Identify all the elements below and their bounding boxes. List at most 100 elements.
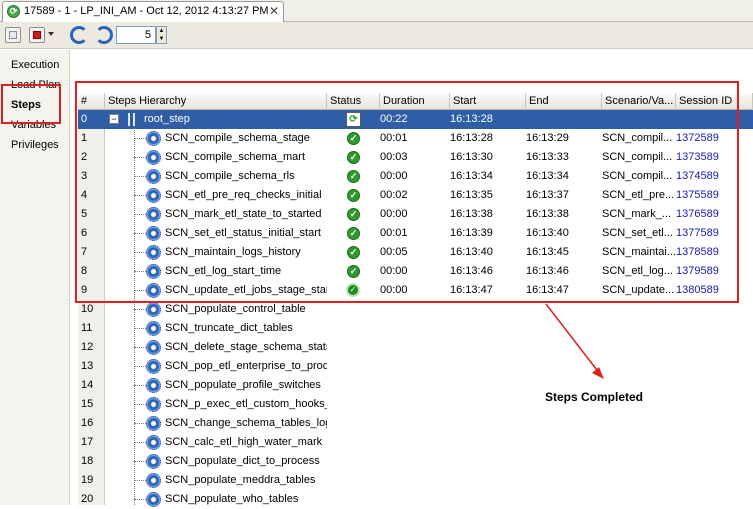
scenario-cell: [602, 338, 676, 357]
tree-branch: [134, 328, 146, 329]
tree-branch: [134, 366, 146, 367]
duration-cell: [380, 376, 450, 395]
scenario-gear-icon: [146, 340, 161, 355]
annotation-arrow: [545, 303, 604, 379]
table-row[interactable]: 18 SCN_populate_dict_to_process: [78, 452, 753, 471]
session-id-link[interactable]: [676, 471, 753, 490]
start-time-cell: [450, 452, 526, 471]
tree-branch: [134, 499, 146, 500]
scenario-cell: [602, 452, 676, 471]
session-id-link[interactable]: [676, 433, 753, 452]
scenario-cell: [602, 319, 676, 338]
steps-highlight-box: [1, 84, 61, 124]
row-number: 11: [81, 322, 93, 334]
tree-branch: [134, 442, 146, 443]
duration-cell: [380, 414, 450, 433]
row-number: 14: [81, 379, 94, 391]
refresh-interval-stepper[interactable]: ▲ ▼: [156, 26, 167, 44]
end-time-cell: [526, 490, 602, 509]
step-name: SCN_truncate_dict_tables: [165, 322, 293, 334]
start-time-cell: [450, 490, 526, 509]
row-number: 12: [81, 341, 94, 353]
session-id-link[interactable]: [676, 452, 753, 471]
step-name: SCN_pop_etl_enterprise_to_process: [165, 360, 327, 372]
tree-branch: [134, 480, 146, 481]
end-time-cell: [526, 433, 602, 452]
tree-branch: [134, 461, 146, 462]
tree-branch: [134, 385, 146, 386]
table-row[interactable]: 20 SCN_populate_who_tables: [78, 490, 753, 509]
session-id-link[interactable]: [676, 414, 753, 433]
table-row[interactable]: 13 SCN_pop_etl_enterprise_to_process: [78, 357, 753, 376]
table-row[interactable]: 14 SCN_populate_profile_switches: [78, 376, 753, 395]
tree-branch: [134, 404, 146, 405]
table-row[interactable]: 12 SCN_delete_stage_schema_stats: [78, 338, 753, 357]
nav-item-privileges[interactable]: Privileges: [11, 139, 59, 151]
restart-button[interactable]: [5, 27, 21, 43]
refresh-icon[interactable]: [70, 26, 88, 44]
step-name: SCN_populate_meddra_tables: [165, 474, 316, 486]
scenario-cell: [602, 414, 676, 433]
step-name: SCN_calc_etl_high_water_mark: [165, 436, 323, 448]
scenario-gear-icon: [146, 378, 161, 393]
step-name: SCN_delete_stage_schema_stats: [165, 341, 327, 353]
annotation-label: Steps Completed: [545, 390, 644, 404]
duration-cell: [380, 452, 450, 471]
duration-cell: [380, 395, 450, 414]
session-id-link[interactable]: [676, 319, 753, 338]
scenario-cell: [602, 490, 676, 509]
table-row[interactable]: 11 SCN_truncate_dict_tables: [78, 319, 753, 338]
refresh-interval-input[interactable]: 5: [116, 26, 156, 44]
scenario-gear-icon: [146, 397, 161, 412]
row-number: 20: [81, 493, 94, 505]
table-row[interactable]: 17 SCN_calc_etl_high_water_mark: [78, 433, 753, 452]
start-time-cell: [450, 319, 526, 338]
tree-branch: [134, 309, 146, 310]
completed-steps-highlight-box: [75, 81, 739, 303]
nav-item-execution[interactable]: Execution: [11, 59, 59, 71]
scenario-cell: [602, 433, 676, 452]
tree-branch: [134, 347, 146, 348]
duration-cell: [380, 433, 450, 452]
tab-strip: ⟳ 17589 - 1 - LP_INI_AM - Oct 12, 2012 4…: [0, 0, 753, 22]
tab-title: 17589 - 1 - LP_INI_AM - Oct 12, 2012 4:1…: [24, 5, 269, 17]
row-number: 15: [81, 398, 94, 410]
tree-branch: [134, 423, 146, 424]
row-number: 16: [81, 417, 94, 429]
table-row[interactable]: 16 SCN_change_schema_tables_logging: [78, 414, 753, 433]
session-id-link[interactable]: [676, 376, 753, 395]
chevron-down-icon[interactable]: [48, 32, 54, 36]
session-id-link[interactable]: [676, 490, 753, 509]
end-time-cell: [526, 452, 602, 471]
duration-cell: [380, 471, 450, 490]
step-name: SCN_populate_dict_to_process: [165, 455, 320, 467]
run-status-icon: ⟳: [7, 5, 20, 18]
start-time-cell: [450, 357, 526, 376]
table-row[interactable]: 15 SCN_p_exec_etl_custom_hooks_Pre: [78, 395, 753, 414]
step-name: SCN_populate_who_tables: [165, 493, 299, 505]
session-id-link[interactable]: [676, 395, 753, 414]
session-id-link[interactable]: [676, 338, 753, 357]
scenario-gear-icon: [146, 454, 161, 469]
start-time-cell: [450, 338, 526, 357]
duration-cell: [380, 338, 450, 357]
duration-cell: [380, 490, 450, 509]
scenario-gear-icon: [146, 435, 161, 450]
row-number: 18: [81, 455, 94, 467]
scenario-gear-icon: [146, 302, 161, 317]
session-id-link[interactable]: [676, 357, 753, 376]
stop-button[interactable]: [29, 27, 45, 43]
table-row[interactable]: 19 SCN_populate_meddra_tables: [78, 471, 753, 490]
step-name: SCN_change_schema_tables_logging: [165, 417, 327, 429]
toolbar: 5 ▲ ▼: [0, 22, 753, 49]
scenario-gear-icon: [146, 416, 161, 431]
step-name: SCN_p_exec_etl_custom_hooks_Pre: [165, 398, 327, 410]
scenario-gear-icon: [146, 359, 161, 374]
duration-cell: [380, 357, 450, 376]
start-time-cell: [450, 376, 526, 395]
scenario-cell: [602, 357, 676, 376]
close-icon[interactable]: ✕: [269, 4, 279, 18]
auto-refresh-icon[interactable]: [95, 26, 113, 44]
row-number: 17: [81, 436, 94, 448]
tab-load-plan-run[interactable]: ⟳ 17589 - 1 - LP_INI_AM - Oct 12, 2012 4…: [2, 1, 284, 22]
